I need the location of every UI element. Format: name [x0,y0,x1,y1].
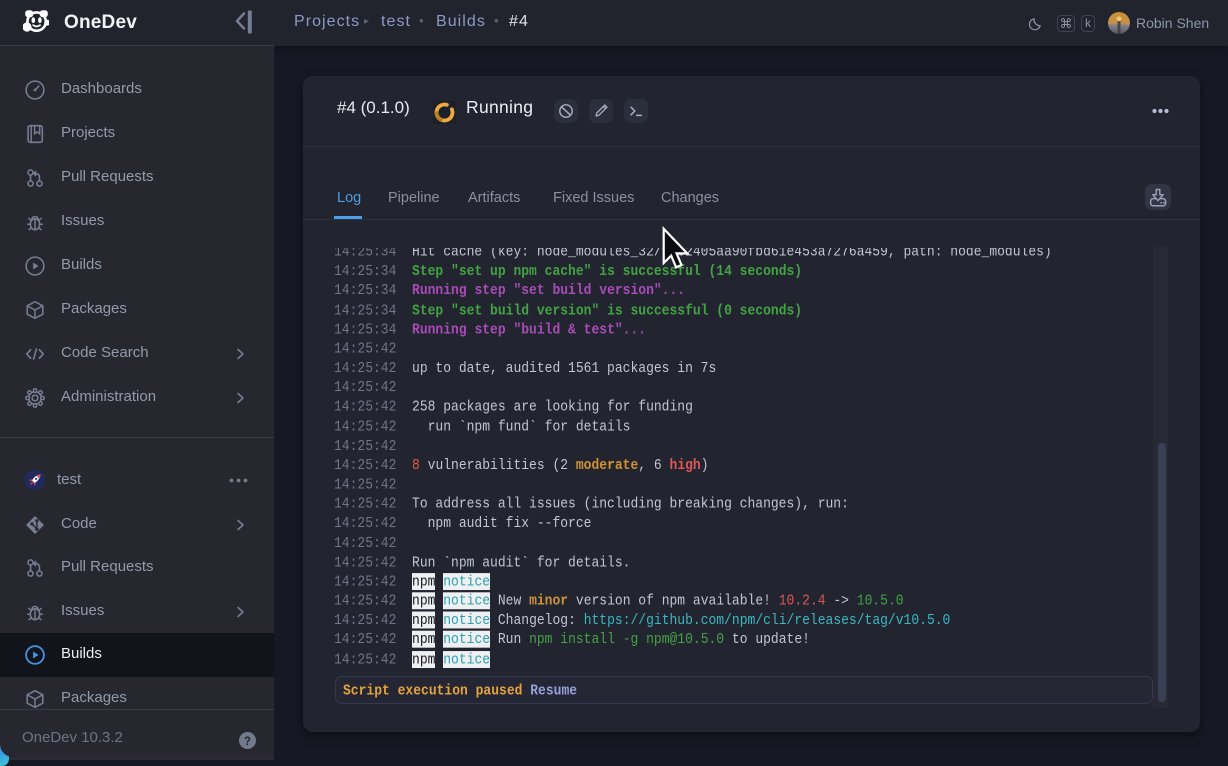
svg-text:?: ? [244,736,251,748]
